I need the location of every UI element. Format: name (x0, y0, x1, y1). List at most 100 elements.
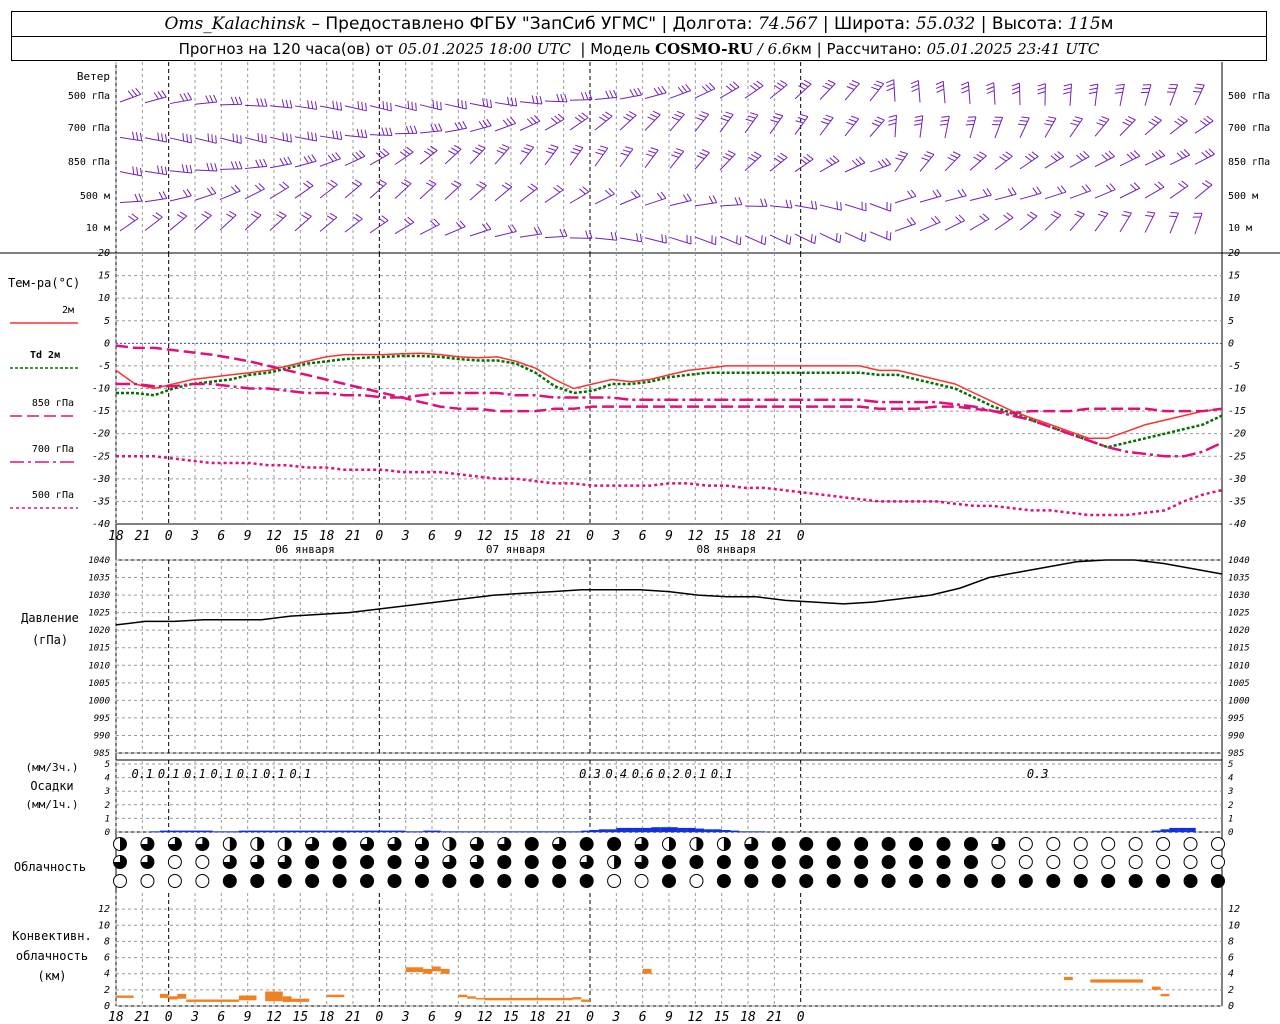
wind-barb-staff (769, 115, 784, 134)
wind-barb-feather (1104, 152, 1112, 159)
precip-bar (537, 831, 547, 833)
time-tick-label: 9 (244, 1010, 252, 1024)
wind-barb-staff (1018, 83, 1021, 106)
wind-barb-feather (364, 129, 368, 138)
wind-barb-staff (494, 147, 510, 165)
wind-barb-staff (169, 170, 192, 174)
wind-barb-staff (469, 147, 486, 165)
wind-level-label: 500 гПа (68, 91, 110, 102)
precip-amount-label: 0.1 (711, 767, 733, 781)
pressure-tick-label: 1015 (88, 644, 110, 654)
conv-tick-label-right: 2 (1228, 985, 1234, 996)
wind-barb-feather (359, 150, 366, 157)
temp-tick-label: -5 (98, 361, 110, 372)
wind-barb-feather (413, 125, 418, 134)
wind-barb-staff (494, 122, 516, 132)
wind-barb-feather (661, 234, 664, 243)
conv-cloud-bar (581, 999, 590, 1002)
cloud-symbol (387, 855, 402, 869)
wind-barb-feather (1011, 82, 1020, 87)
wind-barb-staff (869, 83, 885, 102)
wind-barb-feather (960, 81, 969, 86)
conv-cloud-bar (186, 999, 239, 1002)
wind-barb-feather (976, 153, 984, 159)
wind-barb-feather (1151, 153, 1159, 160)
time-tick-label: 15 (293, 1010, 309, 1024)
temp-tick-label-right: -30 (1228, 474, 1246, 485)
wind-barb-staff (1019, 156, 1039, 170)
wind-barb-staff (119, 93, 141, 103)
wind-barb-staff (944, 195, 967, 202)
wind-barb-feather (1028, 153, 1036, 160)
cloud-symbol (167, 874, 182, 888)
precip-bar (1178, 827, 1187, 832)
wind-barb-staff (219, 137, 242, 144)
wind-level-label-right: 10 м (1228, 223, 1252, 234)
cloud-symbol (963, 855, 978, 869)
wind-barb-feather (215, 135, 217, 144)
time-tick-label: 6 (639, 1010, 647, 1024)
cloud-symbol (1156, 855, 1171, 869)
wind-barb-feather (127, 90, 134, 98)
wind-barb-feather (352, 216, 360, 222)
cloud-symbol (332, 837, 347, 851)
wind-barb-staff (969, 155, 987, 171)
wind-barb-feather (605, 111, 613, 117)
wind-barb-staff (644, 92, 667, 99)
cloud-symbol (909, 837, 924, 851)
wind-label: Ветер (77, 70, 110, 83)
wind-barb-feather (281, 99, 285, 108)
wind-barb-feather (209, 94, 214, 103)
wind-barb-staff (369, 134, 393, 136)
wind-barb-staff (419, 150, 438, 165)
precip-amount-label: 0.1 (210, 767, 232, 781)
wind-barb-feather (428, 179, 437, 185)
wind-barb-feather (436, 101, 439, 110)
wind-barb-feather (189, 165, 193, 174)
wind-barb-feather (602, 114, 610, 120)
wind-barb-feather (860, 231, 863, 241)
wind-barb-feather (289, 100, 293, 109)
wind-barb-feather (230, 161, 235, 170)
wind-barb-feather (1048, 116, 1057, 119)
precip-bar (335, 830, 345, 832)
wind-barb-feather (941, 115, 950, 118)
wind-barb-staff (967, 81, 971, 105)
temp-tick-label-right: 20 (1228, 248, 1240, 259)
wind-barb-feather (739, 236, 742, 245)
precip-bar (458, 831, 468, 833)
wind-barb-feather (1021, 116, 1030, 119)
conv-tick-label: 8 (104, 936, 110, 947)
wind-barb-staff (893, 79, 896, 102)
wind-barb-feather (955, 216, 962, 223)
wind-barb-staff (469, 102, 492, 109)
wind-barb-feather (357, 101, 360, 110)
time-tick-label: 21 (767, 529, 783, 544)
wind-barb-staff (919, 195, 942, 203)
wind-barb-feather (1208, 148, 1215, 155)
conv-cloud-bar (326, 994, 345, 998)
wind-barb-feather (138, 193, 143, 202)
precip-bar (607, 829, 617, 832)
time-tick-label: 6 (428, 1010, 436, 1024)
cloud-symbol (1156, 837, 1171, 851)
wind-barb-feather (886, 230, 888, 239)
wind-barb-feather (161, 133, 164, 142)
wind-barb-feather (626, 113, 634, 119)
wind-barb-feather (725, 111, 734, 116)
cloud-symbol (579, 837, 594, 851)
cloud-symbol-fill (229, 837, 237, 851)
wind-barb-feather (1183, 148, 1191, 156)
wind-barb-feather (361, 101, 364, 110)
wind-barb-feather (531, 95, 535, 104)
conv-cloud-bar (475, 997, 485, 1000)
wind-barb-staff (319, 105, 342, 111)
temp-tick-label: -25 (92, 451, 110, 462)
time-tick-label: 21 (556, 529, 572, 544)
wind-barb-feather (885, 157, 892, 165)
temp-tick-label-right: 15 (1228, 271, 1240, 282)
wind-barb-staff (169, 195, 192, 202)
wind-barb-feather (597, 148, 606, 152)
wind-barb-staff (594, 96, 617, 101)
wind-level-label: 700 гПа (68, 123, 110, 134)
